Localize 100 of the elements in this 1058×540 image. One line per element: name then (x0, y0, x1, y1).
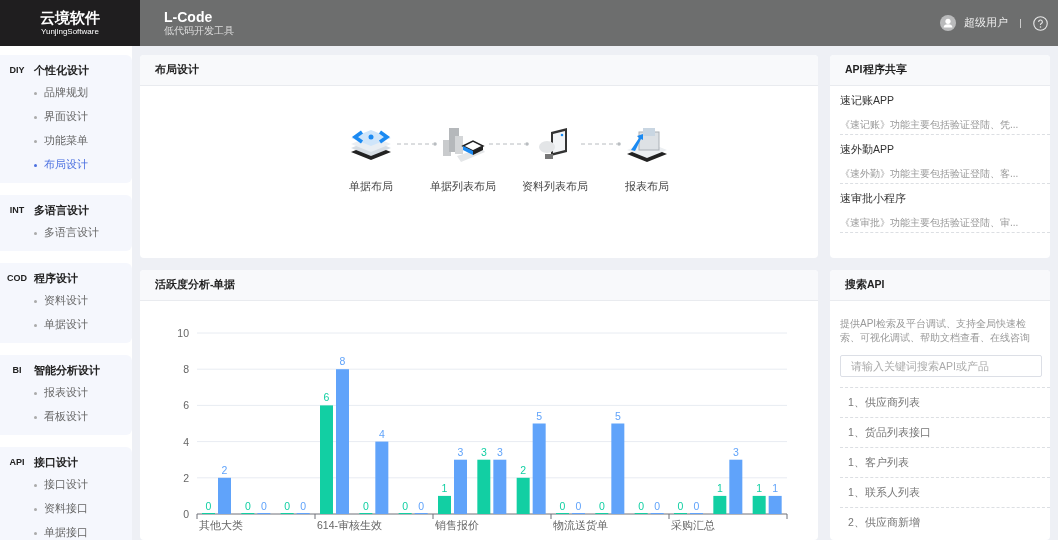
menu-item[interactable]: 单据接口 (0, 521, 132, 540)
brand-name: 云境软件 (40, 9, 100, 27)
bar (493, 459, 507, 514)
group-title[interactable]: 程序设计 (34, 270, 78, 286)
data-label: 1 (756, 481, 763, 494)
bar (218, 477, 231, 514)
data-label: 3 (480, 445, 487, 458)
panel-title: 搜索API (845, 278, 885, 292)
y-tick-label: 0 (183, 508, 189, 520)
group-title[interactable]: 智能分析设计 (34, 362, 100, 378)
bar (713, 495, 727, 514)
data-label: 5 (536, 409, 543, 422)
group-code: COD (6, 273, 28, 283)
x-category-label: 采购汇总 (671, 519, 715, 531)
x-category-label: 614-审核生效 (317, 519, 382, 531)
x-category-label: 其他大类 (199, 519, 243, 531)
app-description: 《速审批》功能主要包括验证登陆、审... (840, 216, 1020, 230)
search-description: 提供API检索及平台调试、支持全局快速检索、可视化调试、帮助文档查看、在线咨询 (840, 317, 1031, 345)
menu-item[interactable]: 界面设计 (0, 105, 132, 129)
menu-item[interactable]: 看板设计 (0, 405, 132, 429)
y-tick-label: 6 (183, 399, 189, 412)
data-label: 2 (520, 463, 527, 476)
data-label: 6 (323, 391, 330, 404)
data-label: 0 (284, 500, 291, 512)
group-code: DIY (8, 65, 26, 75)
app-subtitle: 低代码开发工具 (164, 25, 234, 37)
data-label: 8 (339, 355, 346, 368)
data-label: 0 (244, 500, 251, 512)
menu-item[interactable]: 功能菜单 (0, 129, 132, 153)
data-label: 0 (559, 500, 566, 512)
group-title[interactable]: 个性化设计 (34, 62, 89, 78)
bar (454, 459, 467, 514)
data-label: 4 (378, 427, 385, 440)
step-label[interactable]: 单据列表布局 (430, 180, 496, 194)
data-label: 0 (638, 500, 645, 512)
data-label: 0 (677, 500, 684, 512)
panel-title: 活跃度分析-单据 (155, 278, 236, 292)
panel-title: 布局设计 (155, 63, 199, 77)
group-title[interactable]: 接口设计 (34, 454, 78, 470)
group-code: API (8, 457, 26, 467)
data-label: 1 (716, 481, 723, 494)
dashed-connector (397, 142, 437, 146)
data-label: 0 (654, 500, 661, 512)
bar (768, 495, 782, 514)
data-label: 0 (575, 500, 582, 512)
app-name[interactable]: 速记账APP (840, 94, 1050, 108)
data-label: 0 (598, 500, 605, 512)
bar (477, 459, 491, 514)
menu-item[interactable]: 资料接口 (0, 497, 132, 521)
step-label[interactable]: 资料列表布局 (522, 180, 588, 194)
search-field[interactable]: 请输入关键词搜索API或产品 (840, 355, 1042, 377)
group-code: BI (11, 365, 23, 375)
step-label[interactable]: 报表布局 (625, 180, 669, 194)
data-label: 1 (441, 481, 448, 494)
menu-item[interactable]: 单据设计 (0, 313, 132, 337)
data-label: 1 (772, 481, 779, 494)
brand-subtitle: YunjingSoftware (41, 27, 99, 37)
y-tick-label: 8 (183, 363, 189, 376)
api-result-item[interactable]: 1、客户列表 (840, 447, 1050, 477)
menu-item[interactable]: 多语言设计 (0, 221, 132, 245)
api-result-item[interactable]: 1、联系人列表 (840, 477, 1050, 507)
data-label: 3 (732, 445, 739, 458)
api-result-item[interactable]: 2、供应商新增 (840, 507, 1050, 537)
user-avatar-icon[interactable] (940, 15, 956, 31)
user-name[interactable]: 超级用户 (964, 16, 1008, 30)
data-label: 0 (402, 500, 409, 512)
group-code: INT (8, 205, 26, 215)
api-result-item[interactable]: 1、货品列表接口 (840, 417, 1050, 447)
menu-item[interactable]: 品牌规划 (0, 81, 132, 105)
dashed-connector (581, 142, 621, 146)
dashed-connector (489, 142, 529, 146)
data-label: 5 (614, 409, 621, 422)
y-tick-label: 4 (183, 435, 189, 448)
data-label: 0 (693, 500, 700, 512)
app-title: L-Code (164, 9, 214, 25)
app-name[interactable]: 速外勤APP (840, 143, 1050, 157)
data-label: 0 (300, 500, 307, 512)
menu-item[interactable]: 接口设计 (0, 473, 132, 497)
menu-item[interactable]: 布局设计 (0, 153, 132, 177)
x-category-label: 销售报价 (435, 519, 479, 531)
help-icon[interactable] (1033, 15, 1048, 31)
app-description: 《速外勤》功能主要包括验证登陆、客... (840, 167, 1020, 181)
bar (438, 495, 451, 514)
group-title[interactable]: 多语言设计 (34, 202, 89, 218)
y-tick-label: 2 (183, 471, 189, 484)
data-label: 0 (260, 500, 267, 512)
app-name[interactable]: 速审批小程序 (840, 192, 1050, 206)
app-description: 《速记账》功能主要包括验证登陆、凭... (840, 118, 1020, 132)
data-label: 3 (496, 445, 503, 458)
bar (516, 477, 530, 514)
y-tick-label: 10 (177, 327, 189, 339)
data-label: 3 (457, 445, 464, 458)
bar (729, 459, 743, 514)
data-label: 0 (362, 500, 369, 512)
menu-item[interactable]: 资料设计 (0, 289, 132, 313)
api-result-item[interactable]: 1、供应商列表 (840, 387, 1050, 417)
x-category-label: 物流送货单 (553, 519, 608, 531)
menu-item[interactable]: 报表设计 (0, 381, 132, 405)
data-label: 0 (205, 500, 212, 512)
step-label[interactable]: 单据布局 (349, 180, 393, 194)
